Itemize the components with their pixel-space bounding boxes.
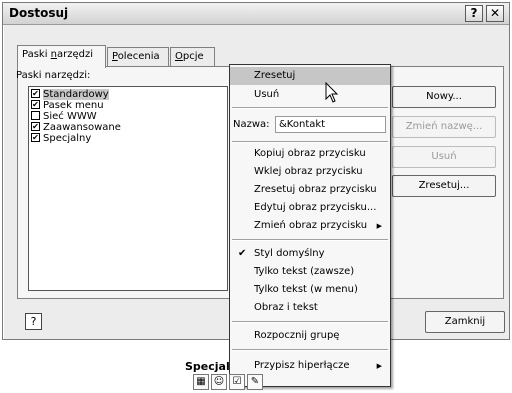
checkbox-icon[interactable]: ✔ [31,89,40,98]
new-toolbar-button[interactable]: Nowy... [392,86,496,108]
submenu-arrow-icon: ▶ [376,362,382,370]
menu-item-default-style[interactable]: ✔ Styl domyślny [230,245,390,263]
context-menu: Zresetuj Usuń Nazwa: Kopiuj obraz przyci… [229,64,391,387]
toolbars-list[interactable]: ✔ Standardowy ✔ Pasek menu Sieć WWW ✔ Zaawa… [28,86,228,291]
help-icon[interactable]: ? [25,313,42,330]
window-title: Dostosuj [9,6,69,20]
task-icon[interactable]: ☑ [229,374,245,390]
list-item[interactable]: ✔ Standardowy [31,89,109,100]
check-icon: ✔ [238,248,247,259]
menu-item-image-and-text[interactable]: Obraz i tekst [230,299,390,317]
menu-separator [232,141,388,143]
list-item[interactable]: ✔ Zaawansowane [31,122,121,133]
menu-separator [232,107,388,109]
menu-item-copy-image[interactable]: Kopiuj obraz przycisku [230,145,390,163]
menu-item-edit-image[interactable]: Edytuj obraz przycisku... [230,199,390,217]
tab-options[interactable]: Opcje [170,47,215,67]
name-label: Nazwa: [233,119,270,130]
checkbox-icon[interactable]: ✔ [31,100,40,109]
name-input[interactable] [275,116,386,133]
menu-item-begin-group[interactable]: Rozpocznij grupę [230,327,390,345]
calendar-icon[interactable]: ▦ [193,374,209,390]
menu-separator [232,349,388,351]
mouse-cursor-icon [325,82,339,103]
list-item[interactable]: ✔ Pasek menu [31,100,104,111]
menu-separator [232,321,388,323]
menu-separator [232,239,388,241]
menu-item-text-only-always[interactable]: Tylko tekst (zawsze) [230,263,390,281]
name-row: Nazwa: [230,115,390,135]
checkbox-icon[interactable]: ✔ [31,122,40,131]
list-item[interactable]: ✔ Specjalny [31,133,91,144]
delete-toolbar-button[interactable]: Usuń [392,146,496,168]
note-icon[interactable]: ✎ [247,374,263,390]
rename-toolbar-button[interactable]: Zmień nazwę... [392,116,496,138]
close-button[interactable]: Zamknij [425,311,505,333]
submenu-arrow-icon: ▶ [376,222,382,230]
checkbox-icon[interactable] [31,111,40,120]
reset-toolbar-button[interactable]: Zresetuj... [392,175,496,197]
tab-toolbars[interactable]: Paski narzędzi [17,45,106,68]
menu-item-delete[interactable]: Usuń [230,86,390,104]
menu-item-change-image[interactable]: Zmień obraz przycisku ▶ [230,217,390,235]
help-title-button[interactable]: ? [465,5,483,22]
title-bar: Dostosuj ? ✕ [3,3,509,25]
contacts-icon[interactable]: ☺ [211,374,227,390]
checkbox-icon[interactable]: ✔ [31,133,40,142]
menu-item-paste-image[interactable]: Wklej obraz przycisku [230,163,390,181]
menu-item-reset-image[interactable]: Zresetuj obraz przycisku [230,181,390,199]
menu-item-assign-hyperlink[interactable]: Przypisz hiperłącze ▶ [230,357,390,375]
menu-item-reset[interactable]: Zresetuj [230,67,390,85]
close-title-button[interactable]: ✕ [486,5,504,22]
toolbar-preview-title: Specjal [185,360,230,373]
list-item[interactable]: Sieć WWW [31,111,97,122]
menu-item-text-only-menu[interactable]: Tylko tekst (w menu) [230,281,390,299]
toolbars-list-label: Paski narzędzi: [16,70,91,81]
tab-commands[interactable]: Polecenia [107,47,169,67]
